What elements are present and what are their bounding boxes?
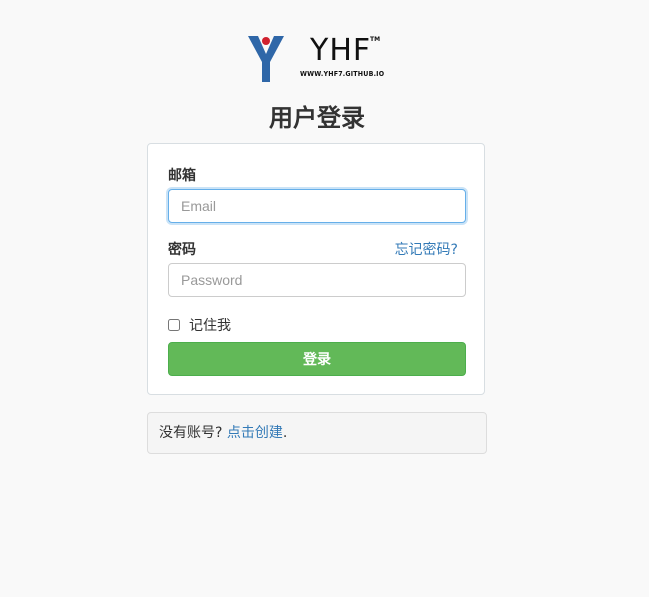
create-account-link[interactable]: 点击创建 xyxy=(227,425,283,441)
logo-name: YHF xyxy=(310,33,372,68)
email-field[interactable] xyxy=(168,189,466,223)
remember-me-label: 记住我 xyxy=(189,318,231,334)
remember-me-checkbox[interactable] xyxy=(168,319,180,331)
login-button[interactable]: 登录 xyxy=(168,342,466,376)
y-logo-icon xyxy=(248,36,284,82)
password-label: 密码 xyxy=(168,242,196,258)
remember-me: 记住我 xyxy=(168,315,231,335)
logo-trademark: TM xyxy=(370,36,381,43)
login-form: 邮箱 密码 忘记密码? 记住我 登录 xyxy=(147,143,485,395)
signup-callout: 没有账号? 点击创建. xyxy=(147,412,487,454)
password-field[interactable] xyxy=(168,263,466,297)
page-title: 用户登录 xyxy=(269,104,365,132)
email-label: 邮箱 xyxy=(168,168,196,184)
login-page: YHF TM WWW.YHF7.GITHUB.IO 用户登录 邮箱 密码 忘记密… xyxy=(0,0,649,597)
logo-url: WWW.YHF7.GITHUB.IO xyxy=(300,70,385,78)
forgot-password-link[interactable]: 忘记密码? xyxy=(395,239,458,259)
yhf-logo: YHF TM WWW.YHF7.GITHUB.IO xyxy=(246,32,386,84)
signup-prompt: 没有账号? xyxy=(159,425,227,441)
signup-suffix: . xyxy=(282,425,288,441)
